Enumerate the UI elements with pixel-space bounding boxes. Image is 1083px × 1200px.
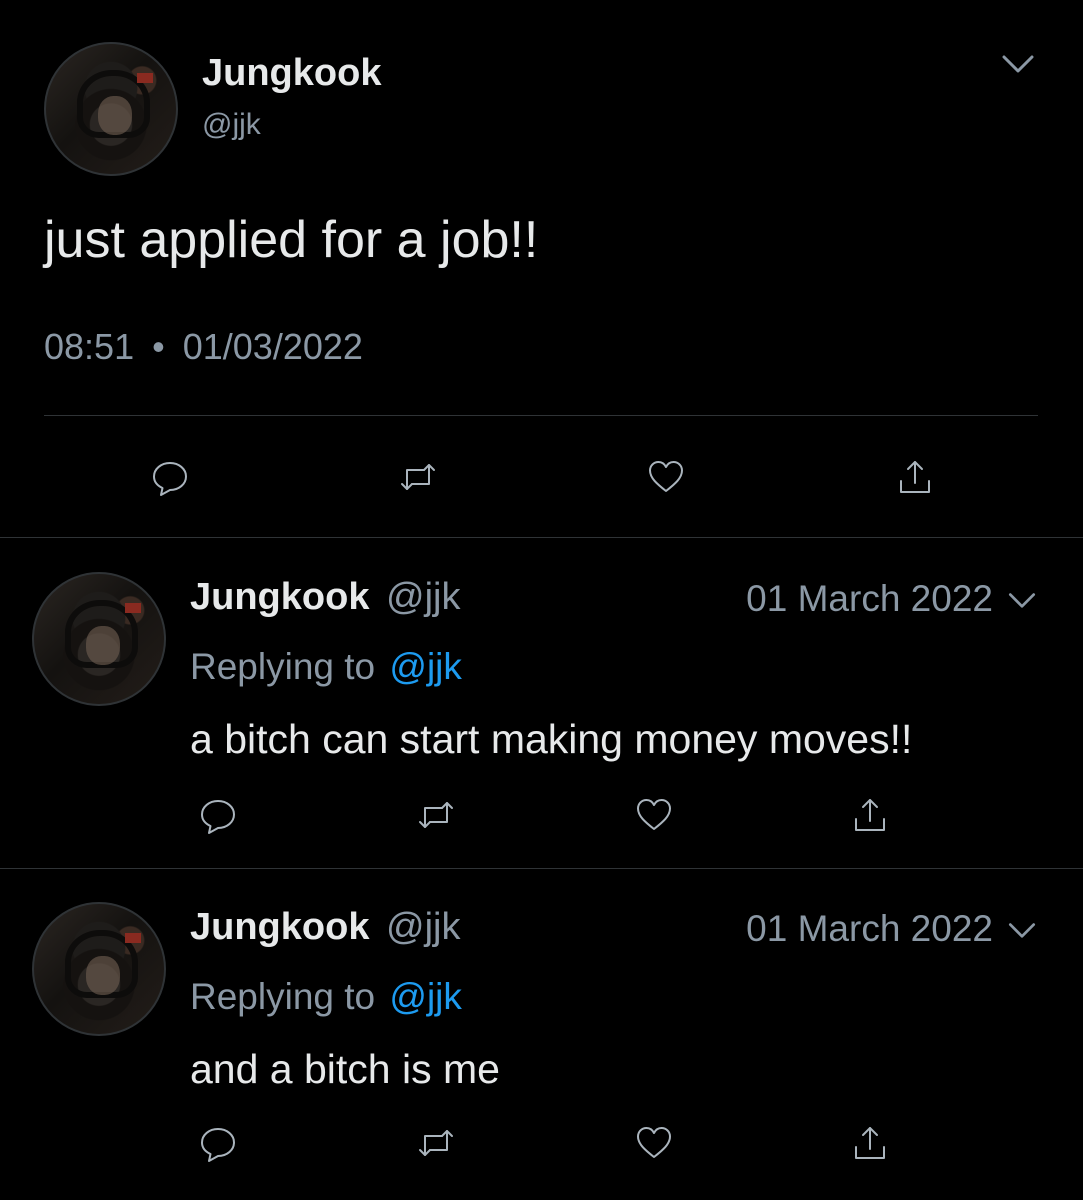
reply-icon[interactable] (192, 789, 244, 841)
like-icon[interactable] (628, 789, 680, 841)
replying-prefix: Replying to (190, 646, 376, 687)
section-divider (0, 868, 1083, 869)
retweet-icon[interactable] (410, 789, 462, 841)
share-icon[interactable] (844, 789, 896, 841)
tweet-text: just applied for a job!! (44, 211, 539, 269)
section-divider (0, 537, 1083, 538)
tweet-timestamp: 08:51 • 01/03/2022 (44, 326, 363, 368)
replying-handle-link[interactable]: @jjk (389, 646, 462, 687)
chevron-down-icon[interactable] (1000, 910, 1044, 950)
reply-date: 01 March 2022 (746, 908, 993, 949)
tweet-date: 01/03/2022 (182, 326, 363, 367)
replying-prefix: Replying to (190, 976, 376, 1017)
reply-header: Jungkook @jjk (190, 906, 461, 949)
like-icon[interactable] (640, 451, 692, 503)
like-icon[interactable] (628, 1117, 680, 1169)
chevron-down-icon[interactable] (1000, 580, 1044, 620)
tweet-time: 08:51 (44, 326, 135, 367)
retweet-icon[interactable] (392, 451, 444, 503)
share-icon[interactable] (844, 1117, 896, 1169)
share-icon[interactable] (889, 451, 941, 503)
retweet-icon[interactable] (410, 1117, 462, 1169)
chevron-down-icon[interactable] (994, 40, 1042, 88)
reply-text: a bitch can start making money moves!! (190, 716, 913, 762)
divider (44, 415, 1038, 416)
author-handle[interactable]: @jjk (386, 906, 460, 948)
timestamp-separator: • (152, 326, 165, 367)
replying-handle-link[interactable]: @jjk (389, 976, 462, 1017)
author-name[interactable]: Jungkook (190, 906, 369, 948)
reply-icon[interactable] (144, 451, 196, 503)
avatar[interactable] (32, 572, 166, 706)
author-name[interactable]: Jungkook (202, 52, 381, 95)
replying-to: Replying to @jjk (190, 646, 462, 688)
author-handle[interactable]: @jjk (386, 576, 460, 618)
avatar[interactable] (32, 902, 166, 1036)
reply-text: and a bitch is me (190, 1046, 500, 1092)
reply-header: Jungkook @jjk (190, 576, 461, 619)
author-handle[interactable]: @jjk (202, 108, 261, 142)
avatar[interactable] (44, 42, 178, 176)
reply-date: 01 March 2022 (746, 578, 993, 619)
reply-icon[interactable] (192, 1117, 244, 1169)
author-name[interactable]: Jungkook (190, 576, 369, 618)
replying-to: Replying to @jjk (190, 976, 462, 1018)
